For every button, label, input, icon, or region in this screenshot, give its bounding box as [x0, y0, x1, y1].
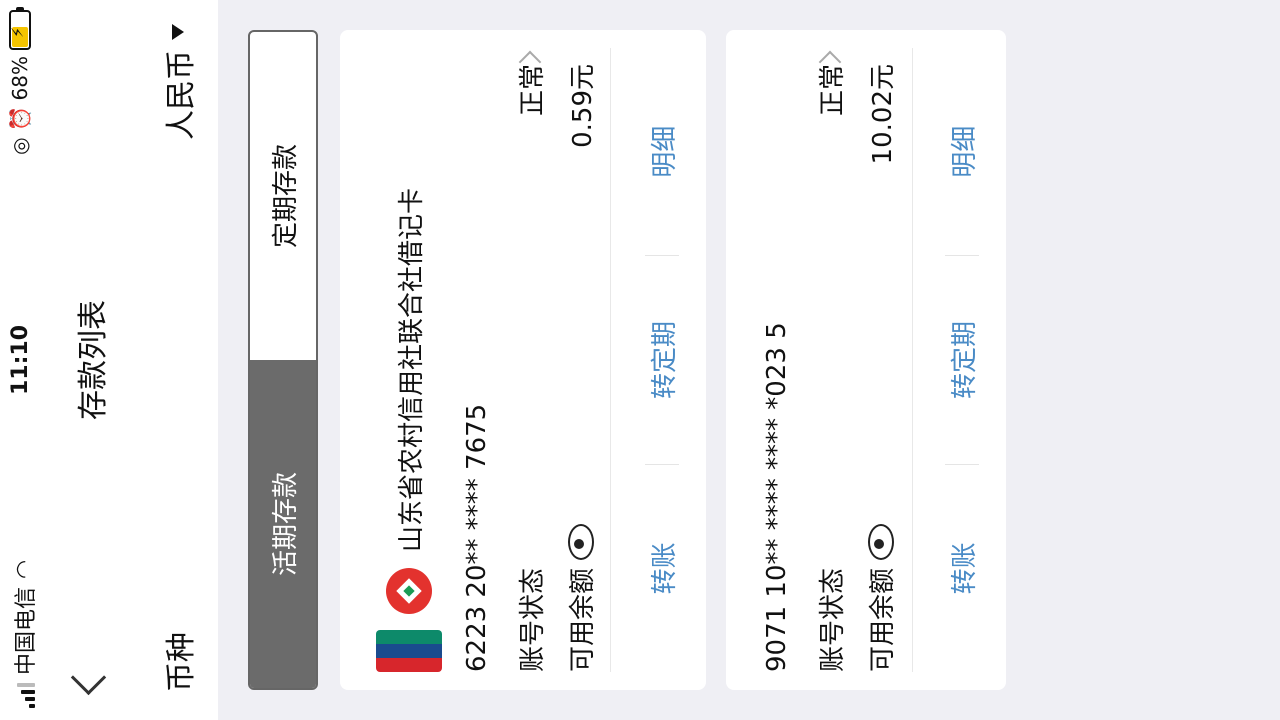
status-label: 账号状态 — [518, 567, 548, 672]
deposit-type-tabs: 活期存款 定期存款 — [248, 30, 318, 690]
action-separator — [645, 463, 679, 465]
unionpay-logo — [376, 630, 442, 672]
action-separator — [945, 463, 979, 465]
transfer-button[interactable]: 转账 — [644, 465, 681, 672]
eye-icon[interactable] — [567, 523, 594, 560]
transfer-button[interactable]: 转账 — [944, 465, 981, 672]
status-row: 账号状态 正常 — [512, 64, 549, 672]
divider — [912, 48, 913, 672]
card-actions: 转账 转定期 明细 — [930, 48, 994, 672]
balance-label-wrap: 可用余额 — [562, 148, 599, 672]
to-time-deposit-button[interactable]: 转定期 — [644, 256, 681, 463]
divider — [610, 48, 611, 672]
bank-name: 山东省农村信用社联合社借记卡 — [396, 187, 427, 552]
status-label: 账号状态 — [818, 567, 848, 672]
status-bar: 中国电信 ◠ 11:10 ◎ ⏰ 68% ⚡ — [0, 0, 44, 720]
tab-time-deposit[interactable]: 定期存款 — [250, 32, 316, 360]
account-number: 6223 20** **** 7675 — [462, 403, 492, 672]
balance-label: 可用余额 — [868, 567, 898, 672]
rural-credit-logo — [386, 568, 432, 614]
battery-percent: 68% — [8, 56, 32, 101]
currency-select[interactable]: 人民币 — [156, 24, 200, 140]
balance-label-wrap: 可用余额 — [862, 164, 899, 672]
to-time-deposit-button[interactable]: 转定期 — [944, 256, 981, 463]
alarm-icon: ⏰ — [8, 106, 32, 132]
balance-row: 可用余额 10.02元 — [862, 64, 899, 672]
charging-bolt-icon: ⚡ — [8, 26, 27, 38]
caret-down-icon — [172, 24, 184, 40]
tab-demand-deposit[interactable]: 活期存款 — [250, 360, 316, 688]
balance-value: 0.59元 — [568, 64, 598, 148]
currency-label: 币种 — [164, 632, 199, 692]
details-button[interactable]: 明细 — [944, 48, 981, 255]
account-card-1: 山东省农村信用社联合社借记卡 6223 20** **** 7675 账号状态 … — [340, 30, 706, 690]
nav-bar: 存款列表 — [44, 0, 134, 720]
phone-screen: 中国电信 ◠ 11:10 ◎ ⏰ 68% ⚡ 存款列表 币种 人民币 活期存款 — [0, 0, 1280, 720]
eye-icon[interactable] — [867, 523, 894, 560]
action-separator — [945, 255, 979, 257]
page-title: 存款列表 — [76, 300, 111, 420]
currency-bar: 币种 人民币 — [134, 0, 218, 720]
orientation-lock-icon: ◎ — [8, 137, 32, 155]
battery-cap — [16, 7, 24, 10]
action-separator — [645, 255, 679, 257]
status-right: ◎ ⏰ 68% ⚡ — [8, 7, 32, 155]
card-actions: 转账 转定期 明细 — [630, 48, 694, 672]
details-button[interactable]: 明细 — [644, 48, 681, 255]
account-number: 9071 10** **** **** *023 5 — [762, 322, 792, 672]
balance-value: 10.02元 — [868, 64, 898, 165]
currency-selected-value: 人民币 — [164, 50, 199, 140]
balance-row: 可用余额 0.59元 — [562, 64, 599, 672]
status-row: 账号状态 正常 — [812, 64, 849, 672]
balance-label: 可用余额 — [568, 567, 598, 672]
card-header: 山东省农村信用社联合社借记卡 — [376, 188, 442, 672]
account-card-2: 9071 10** **** **** *023 5 账号状态 正常 可用余额 … — [726, 30, 1006, 690]
battery-icon: ⚡ — [8, 7, 31, 50]
